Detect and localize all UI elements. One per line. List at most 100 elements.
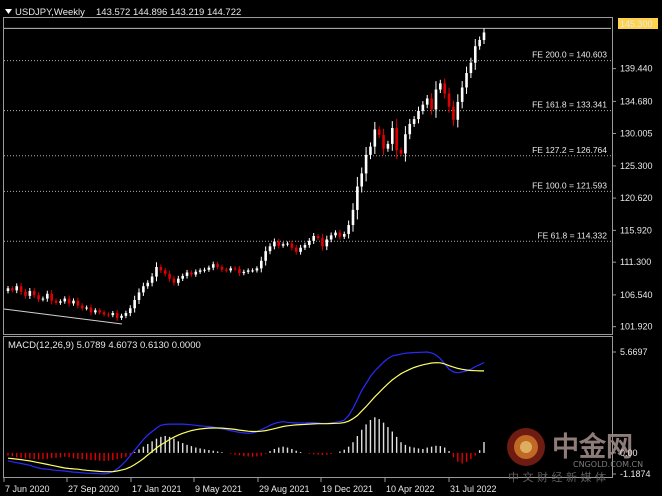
fib-level-label: FE 127.2 = 126.764 bbox=[532, 145, 607, 155]
candle-body bbox=[364, 154, 368, 174]
candle-body bbox=[225, 269, 228, 271]
candle-body bbox=[347, 225, 350, 234]
candle-body bbox=[482, 32, 486, 41]
price-tick-label: 106.540 bbox=[620, 290, 653, 300]
candle-body bbox=[216, 264, 219, 267]
candle-body bbox=[273, 241, 276, 247]
candle-body bbox=[111, 313, 115, 316]
candle-body bbox=[425, 98, 429, 105]
candle-body bbox=[24, 291, 27, 296]
symbol-dropdown-icon[interactable] bbox=[5, 9, 12, 14]
candle-body bbox=[290, 243, 294, 248]
price-tick-label: 120.620 bbox=[620, 193, 653, 203]
candle-body bbox=[185, 272, 189, 276]
candle-body bbox=[246, 270, 250, 272]
candle-body bbox=[150, 276, 154, 283]
candle-body bbox=[124, 313, 128, 316]
candle-body bbox=[220, 266, 224, 270]
price-tick-label: 139.440 bbox=[620, 64, 653, 74]
candle-body bbox=[299, 247, 302, 252]
candle-body bbox=[473, 46, 477, 63]
candle-body bbox=[303, 244, 307, 248]
candle-body bbox=[478, 40, 481, 47]
candle-body bbox=[28, 291, 32, 296]
candle-body bbox=[447, 93, 451, 107]
candle-body bbox=[194, 271, 198, 275]
time-tick-label: 17 Jan 2021 bbox=[132, 484, 182, 494]
price-tick-label: 134.680 bbox=[620, 96, 653, 106]
candle-body bbox=[67, 298, 71, 304]
candle-body bbox=[255, 268, 259, 271]
candle-body bbox=[369, 146, 372, 155]
macd-main-line bbox=[7, 351, 485, 475]
time-tick-label: 31 Jul 2022 bbox=[450, 484, 497, 494]
candle-body bbox=[229, 268, 233, 271]
price-tick-label: 125.300 bbox=[620, 161, 653, 171]
candle-body bbox=[338, 232, 342, 237]
candle-body bbox=[342, 233, 346, 237]
candle-body bbox=[268, 246, 272, 252]
candle-body bbox=[286, 243, 289, 245]
candle-body bbox=[89, 307, 93, 313]
macd-tick-label: 5.6697 bbox=[620, 347, 648, 357]
candle-body bbox=[382, 134, 385, 149]
candle-body bbox=[80, 305, 84, 309]
candle-body bbox=[203, 269, 206, 271]
candle-body bbox=[94, 310, 97, 313]
candle-body bbox=[469, 62, 473, 74]
candle-body bbox=[102, 312, 106, 315]
price-panel-frame bbox=[3, 17, 613, 335]
candle-body bbox=[155, 266, 158, 277]
price-axis: 139.440 134.680 130.005 125.300 120.620 115.9… bbox=[612, 64, 653, 332]
candle-body bbox=[133, 299, 136, 309]
price-tick-label: 101.920 bbox=[620, 322, 653, 332]
macd-signal-line bbox=[7, 362, 484, 473]
candle-body bbox=[168, 273, 171, 279]
candle-body bbox=[316, 236, 320, 239]
price-tick-label: 130.005 bbox=[620, 129, 653, 139]
candle-body bbox=[308, 240, 311, 245]
time-axis: 7 Jun 2020 27 Sep 2020 17 Jan 2021 9 May 20… bbox=[3, 478, 497, 494]
candle-body bbox=[11, 288, 14, 291]
symbol-title: USDJPY,Weekly bbox=[15, 7, 85, 18]
candle-body bbox=[321, 238, 324, 247]
time-tick-label: 27 Sep 2020 bbox=[68, 484, 119, 494]
candle-body bbox=[233, 268, 237, 270]
candle-body bbox=[412, 119, 416, 124]
candle-body bbox=[351, 209, 355, 226]
candle-body bbox=[76, 300, 80, 306]
time-tick-label: 19 Dec 2021 bbox=[322, 484, 373, 494]
macd-tick-label: -1.1874 bbox=[620, 469, 651, 479]
candle-body bbox=[46, 293, 49, 299]
macd-histogram bbox=[7, 417, 485, 464]
macd-label: MACD(12,26,9) 5.0789 4.6073 0.6130 0.000… bbox=[8, 340, 201, 351]
candle-body bbox=[251, 270, 254, 272]
candle-body bbox=[360, 173, 364, 187]
price-tick-label: 115.920 bbox=[620, 225, 652, 235]
watermark-slogan: 中 文 财 经 新 媒 体 bbox=[508, 470, 606, 484]
candle-body bbox=[294, 247, 298, 252]
candle-body bbox=[281, 244, 285, 246]
time-tick-label: 29 Aug 2021 bbox=[259, 484, 310, 494]
usdjpy-weekly-chart: 中金网 CNGOLD.COM.CN 中 文 财 经 新 媒 体 FE 200.0… bbox=[3, 7, 658, 494]
candle-body bbox=[242, 271, 246, 274]
candle-body bbox=[399, 150, 403, 154]
candle-body bbox=[54, 300, 58, 303]
candle-body bbox=[190, 272, 193, 275]
candle-body bbox=[19, 286, 23, 292]
candle-body bbox=[72, 300, 75, 304]
candle-body bbox=[128, 308, 132, 314]
candles[interactable] bbox=[6, 28, 486, 321]
ohlc-readout: 143.572 144.896 143.219 144.722 bbox=[96, 7, 241, 18]
candle-body bbox=[325, 239, 329, 247]
candle-body bbox=[259, 260, 263, 269]
candle-body bbox=[41, 298, 45, 300]
candle-body bbox=[465, 73, 468, 88]
candle-body bbox=[329, 235, 333, 240]
candle-body bbox=[452, 106, 455, 120]
candle-body bbox=[207, 267, 211, 270]
candle-body bbox=[163, 270, 167, 274]
candle-body bbox=[334, 232, 337, 236]
candle-body bbox=[373, 129, 377, 147]
candle-body bbox=[50, 293, 53, 301]
